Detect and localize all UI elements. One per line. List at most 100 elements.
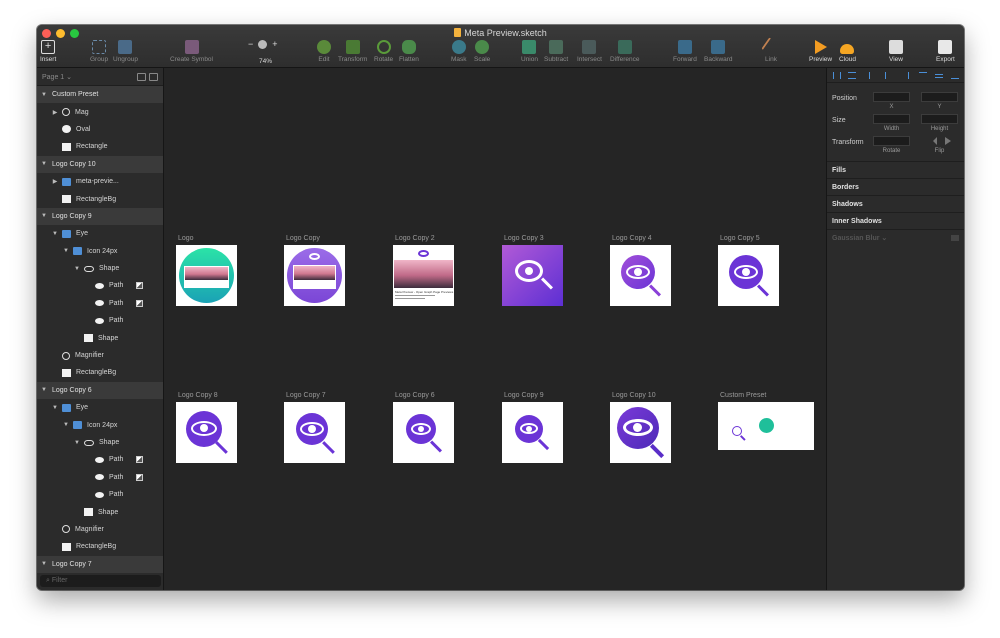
- export-button[interactable]: Export: [936, 40, 955, 63]
- layer-row[interactable]: Shape: [37, 503, 163, 520]
- layer-row[interactable]: RectangleBg: [37, 538, 163, 555]
- layer-row[interactable]: Path: [37, 486, 163, 503]
- layer-row[interactable]: Oval: [37, 121, 163, 138]
- artboard-label[interactable]: Logo Copy 5: [720, 235, 760, 242]
- artboard-logo-copy-8[interactable]: [176, 402, 237, 463]
- artboard-label[interactable]: Logo: [178, 235, 194, 242]
- filter-input[interactable]: ⌕ Filter: [40, 575, 161, 587]
- forward-button[interactable]: Forward: [673, 40, 697, 63]
- artboard-label[interactable]: Logo Copy 2: [395, 235, 435, 242]
- artboard-logo-copy-7[interactable]: [284, 402, 345, 463]
- width-field[interactable]: [873, 114, 910, 124]
- disclosure-arrow-icon[interactable]: ▼: [62, 422, 70, 428]
- canvas[interactable]: Logo Logo Copy Logo Copy 2 Meta Preview …: [164, 68, 826, 590]
- disclosure-arrow-icon[interactable]: ▼: [40, 561, 48, 567]
- flip-vertical-icon[interactable]: [945, 137, 951, 145]
- mask-button[interactable]: Mask: [451, 40, 467, 63]
- layer-row[interactable]: ▼ Eye: [37, 225, 163, 242]
- backward-button[interactable]: Backward: [704, 40, 733, 63]
- layer-row[interactable]: ▼ Shape: [37, 260, 163, 277]
- artboard-logo-copy-3[interactable]: [502, 245, 563, 306]
- disclosure-arrow-icon[interactable]: ▼: [40, 213, 48, 219]
- layer-row[interactable]: Magnifier: [37, 347, 163, 364]
- intersect-button[interactable]: Intersect: [577, 40, 602, 63]
- layer-collapse-icon[interactable]: [149, 72, 158, 81]
- boolean-operation-icon[interactable]: [136, 456, 143, 464]
- layer-row[interactable]: Path: [37, 277, 163, 294]
- create-symbol-button[interactable]: Create Symbol: [170, 40, 213, 63]
- layer-row[interactable]: ▼ Icon 24px: [37, 416, 163, 433]
- layer-group-row[interactable]: ▼ Custom Preset: [37, 86, 163, 104]
- rotate-button[interactable]: Rotate: [374, 40, 393, 63]
- distribute-horizontal-icon[interactable]: [833, 72, 841, 79]
- layer-row[interactable]: Path: [37, 451, 163, 468]
- artboard-label[interactable]: Logo Copy 7: [286, 392, 326, 399]
- layer-list-toggle-icon[interactable]: [137, 72, 146, 81]
- rotate-field[interactable]: [873, 136, 910, 146]
- borders-section[interactable]: Borders: [827, 178, 964, 195]
- artboard-logo-copy-5[interactable]: [718, 245, 779, 306]
- disclosure-arrow-icon[interactable]: ▼: [73, 440, 81, 446]
- layer-group-row[interactable]: ▼ Logo Copy 7: [37, 555, 163, 573]
- scale-button[interactable]: Scale: [474, 40, 490, 63]
- layer-row[interactable]: ▼ Eye: [37, 399, 163, 416]
- disclosure-arrow-icon[interactable]: ▼: [40, 161, 48, 167]
- artboard-logo-copy-6[interactable]: [393, 402, 454, 463]
- artboard-label[interactable]: Logo Copy 8: [178, 392, 218, 399]
- boolean-operation-icon[interactable]: [136, 282, 143, 290]
- layer-row[interactable]: ▶ meta-previe...: [37, 173, 163, 190]
- align-bottom-icon[interactable]: [951, 72, 959, 79]
- flip-horizontal-icon[interactable]: [927, 137, 937, 145]
- disclosure-arrow-icon[interactable]: ▼: [40, 387, 48, 393]
- artboard-label[interactable]: Logo Copy 10: [612, 392, 656, 399]
- disclosure-arrow-icon[interactable]: ▼: [51, 405, 59, 411]
- layer-row[interactable]: Path: [37, 295, 163, 312]
- disclosure-arrow-icon[interactable]: ▶: [51, 109, 59, 116]
- subtract-button[interactable]: Subtract: [544, 40, 568, 63]
- artboard-label[interactable]: Logo Copy 9: [504, 392, 544, 399]
- disclosure-arrow-icon[interactable]: ▶: [51, 178, 59, 185]
- cloud-button[interactable]: Cloud: [839, 40, 856, 63]
- disclosure-arrow-icon[interactable]: ▼: [62, 248, 70, 254]
- boolean-operation-icon[interactable]: [136, 299, 143, 307]
- height-field[interactable]: [921, 114, 958, 124]
- transform-button[interactable]: Transform: [338, 40, 367, 63]
- artboard-label[interactable]: Logo Copy 6: [395, 392, 435, 399]
- union-button[interactable]: Union: [521, 40, 538, 63]
- layer-row[interactable]: RectangleBg: [37, 190, 163, 207]
- layer-group-row[interactable]: ▼ Logo Copy 6: [37, 381, 163, 400]
- shadows-section[interactable]: Shadows: [827, 195, 964, 212]
- layer-row[interactable]: Rectangle: [37, 138, 163, 155]
- edit-button[interactable]: Edit: [317, 40, 331, 63]
- position-x-field[interactable]: [873, 92, 910, 102]
- position-y-field[interactable]: [921, 92, 958, 102]
- align-middle-icon[interactable]: [935, 74, 943, 78]
- gaussian-blur-section[interactable]: Gaussian Blur ⌄: [827, 229, 964, 246]
- align-left-icon[interactable]: [869, 72, 877, 79]
- disclosure-arrow-icon[interactable]: ▼: [73, 266, 81, 272]
- fills-section[interactable]: Fills: [827, 161, 964, 178]
- artboard-custom-preset[interactable]: [718, 402, 814, 450]
- layer-group-row[interactable]: ▼ Logo Copy 10: [37, 155, 163, 173]
- layer-row[interactable]: ▼ Icon 24px: [37, 243, 163, 260]
- layer-group-row[interactable]: ▼ Logo Copy 9: [37, 207, 163, 226]
- artboard-label[interactable]: Custom Preset: [720, 392, 766, 399]
- layer-row[interactable]: Path: [37, 312, 163, 329]
- align-center-icon[interactable]: [885, 72, 886, 79]
- group-button[interactable]: Group: [90, 40, 108, 63]
- page-selector[interactable]: Page 1 ⌄: [42, 73, 72, 81]
- artboard-logo-copy[interactable]: [284, 245, 345, 306]
- preview-button[interactable]: Preview: [809, 40, 832, 63]
- zoom-in-button[interactable]: +: [272, 39, 277, 49]
- flatten-button[interactable]: Flatten: [399, 40, 419, 63]
- artboard-logo[interactable]: [176, 245, 237, 306]
- zoom-out-button[interactable]: −: [248, 39, 253, 49]
- boolean-operation-icon[interactable]: [136, 473, 143, 481]
- difference-button[interactable]: Difference: [610, 40, 640, 63]
- layer-row[interactable]: ▶ Mag: [37, 103, 163, 120]
- artboard-logo-copy-2[interactable]: Meta Preview - Open Graph Page Previews: [393, 245, 454, 306]
- inner-shadows-section[interactable]: Inner Shadows: [827, 212, 964, 229]
- align-right-icon[interactable]: [901, 72, 909, 79]
- artboard-label[interactable]: Logo Copy: [286, 235, 320, 242]
- artboard-label[interactable]: Logo Copy 3: [504, 235, 544, 242]
